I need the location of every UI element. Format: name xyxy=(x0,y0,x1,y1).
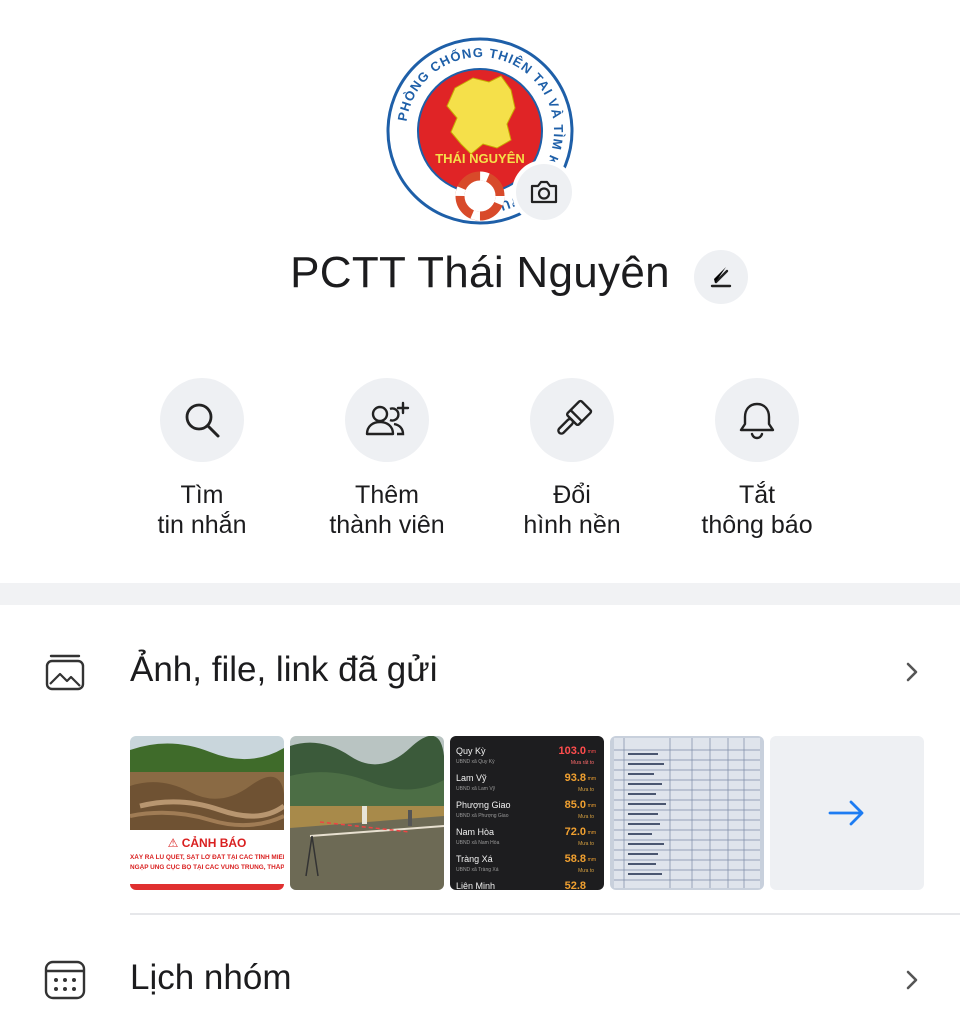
rainfall-row: Liên Minh 52.8 xyxy=(456,880,598,890)
pencil-icon xyxy=(710,267,732,288)
document-photo xyxy=(610,736,764,890)
lifebuoy-icon xyxy=(455,171,505,221)
row-separator xyxy=(130,913,960,915)
change-background-action[interactable]: Đổi hình nền xyxy=(477,378,667,540)
section-divider xyxy=(0,583,960,605)
rainfall-sub: UBND xã Phượng Giao xyxy=(456,813,509,819)
add-member-button[interactable] xyxy=(345,378,429,462)
warning-line: XẢY RA LŨ QUÉT, SẠT LỞ ĐẤT TẠI CÁC TỈNH … xyxy=(130,854,284,861)
calendar-icon xyxy=(44,960,86,1000)
chevron-right-icon xyxy=(906,662,918,682)
action-label-line2: thông báo xyxy=(701,511,813,539)
media-files-row[interactable]: Ảnh, file, link đã gửi xyxy=(0,630,960,714)
action-label-line1: Tìm xyxy=(180,481,224,509)
add-member-label: Thêm thành viên xyxy=(292,480,482,540)
action-label-line1: Đổi xyxy=(553,481,591,509)
rainfall-sub: UBND xã Nam Hòa xyxy=(456,840,500,846)
search-icon xyxy=(185,403,220,438)
paint-brush-icon xyxy=(557,399,593,435)
rainfall-tag: Mưa to xyxy=(578,868,594,874)
flooded-road-photo xyxy=(290,736,444,890)
rainfall-value: 72.0 xyxy=(564,826,586,838)
warning-title-text: CẢNH BÁO xyxy=(181,836,247,850)
rainfall-tag: Mưa to xyxy=(578,841,594,847)
change-background-label: Đổi hình nền xyxy=(477,480,667,540)
rainfall-row: Quy Kỳ UBND xã Quy Kỳ 103.0 mm Mưa rất t… xyxy=(456,745,598,773)
change-background-button[interactable] xyxy=(530,378,614,462)
rainfall-station: Tràng Xá xyxy=(456,854,493,864)
rainfall-row: Nam Hòa UBND xã Nam Hòa 72.0 mm Mưa to xyxy=(456,826,598,854)
rainfall-value: 52.8 xyxy=(564,880,586,890)
chevron-right-icon xyxy=(906,970,918,990)
rainfall-value: 93.8 xyxy=(564,772,586,784)
group-calendar-title: Lịch nhóm xyxy=(130,958,292,997)
change-avatar-button[interactable] xyxy=(516,164,572,220)
edit-name-button[interactable] xyxy=(694,250,748,304)
rainfall-unit: mm xyxy=(587,830,596,836)
media-thumbnail[interactable]: ⚠ CẢNH BÁO XẢY RA LŨ QUÉT, SẠT LỞ ĐẤT TẠ… xyxy=(130,736,284,890)
rainfall-station: Phượng Giao xyxy=(456,800,511,810)
rainfall-sub: UBND xã Lam Vỹ xyxy=(456,786,496,792)
rainfall-value: 58.8 xyxy=(564,853,586,865)
rainfall-station: Liên Minh xyxy=(456,881,496,890)
logo-center-text: THÁI NGUYÊN xyxy=(435,151,525,166)
rainfall-row: Tràng Xá UBND xã Tràng Xá 58.8 mm Mưa to xyxy=(456,853,598,881)
rainfall-sub: UBND xã Tràng Xá xyxy=(456,867,499,873)
rainfall-tag: Mưa rất to xyxy=(570,760,594,766)
rainfall-row: Phượng Giao UBND xã Phượng Giao 85.0 mm … xyxy=(456,799,598,827)
action-label-line2: hình nền xyxy=(523,511,621,539)
mute-notifications-action[interactable]: Tắt thông báo xyxy=(662,378,852,540)
rainfall-unit: mm xyxy=(587,857,596,863)
photo-album-icon xyxy=(45,654,85,691)
mute-notifications-button[interactable] xyxy=(715,378,799,462)
action-label-line1: Thêm xyxy=(355,481,419,509)
action-label-line2: thành viên xyxy=(329,511,445,539)
warning-title: ⚠ CẢNH BÁO xyxy=(167,836,247,850)
rainfall-station: Lam Vỹ xyxy=(456,773,487,783)
warning-line: NGẬP ÚNG CỤC BỘ TẠI CÁC VÙNG TRŨNG, THẤP… xyxy=(130,864,284,871)
rainfall-value: 103.0 xyxy=(558,745,586,757)
rainfall-unit: mm xyxy=(587,803,596,809)
media-files-title: Ảnh, file, link đã gửi xyxy=(130,650,438,689)
camera-icon xyxy=(530,180,558,204)
rainfall-tag: Mưa to xyxy=(578,787,594,793)
group-calendar-row[interactable]: Lịch nhóm xyxy=(0,938,960,1022)
rainfall-station: Nam Hòa xyxy=(456,827,495,837)
search-messages-label: Tìm tin nhắn xyxy=(107,480,297,540)
rainfall-unit: mm xyxy=(587,776,596,782)
media-thumbnail[interactable] xyxy=(290,736,444,890)
rainfall-unit: mm xyxy=(587,749,596,755)
rainfall-tag: Mưa to xyxy=(578,814,594,820)
search-messages-button[interactable] xyxy=(160,378,244,462)
rainfall-row: Lam Vỹ UBND xã Lam Vỹ 93.8 mm Mưa to xyxy=(456,772,598,800)
media-thumbnail[interactable] xyxy=(610,736,764,890)
rainfall-sub: UBND xã Quy Kỳ xyxy=(456,759,495,765)
media-thumbnail[interactable]: Quy Kỳ UBND xã Quy Kỳ 103.0 mm Mưa rất t… xyxy=(450,736,604,890)
action-label-line1: Tắt xyxy=(738,481,776,509)
arrow-right-icon xyxy=(828,800,864,826)
action-label-line2: tin nhắn xyxy=(157,511,247,539)
rainfall-station: Quy Kỳ xyxy=(456,746,486,756)
mute-notifications-label: Tắt thông báo xyxy=(662,480,852,540)
add-member-icon xyxy=(365,401,410,436)
rainfall-value: 85.0 xyxy=(564,799,586,811)
more-media-button[interactable] xyxy=(770,736,924,890)
search-messages-action[interactable]: Tìm tin nhắn xyxy=(107,378,297,540)
add-member-action[interactable]: Thêm thành viên xyxy=(292,378,482,540)
group-name: PCTT Thái Nguyên xyxy=(290,248,670,297)
bell-icon xyxy=(739,402,775,440)
